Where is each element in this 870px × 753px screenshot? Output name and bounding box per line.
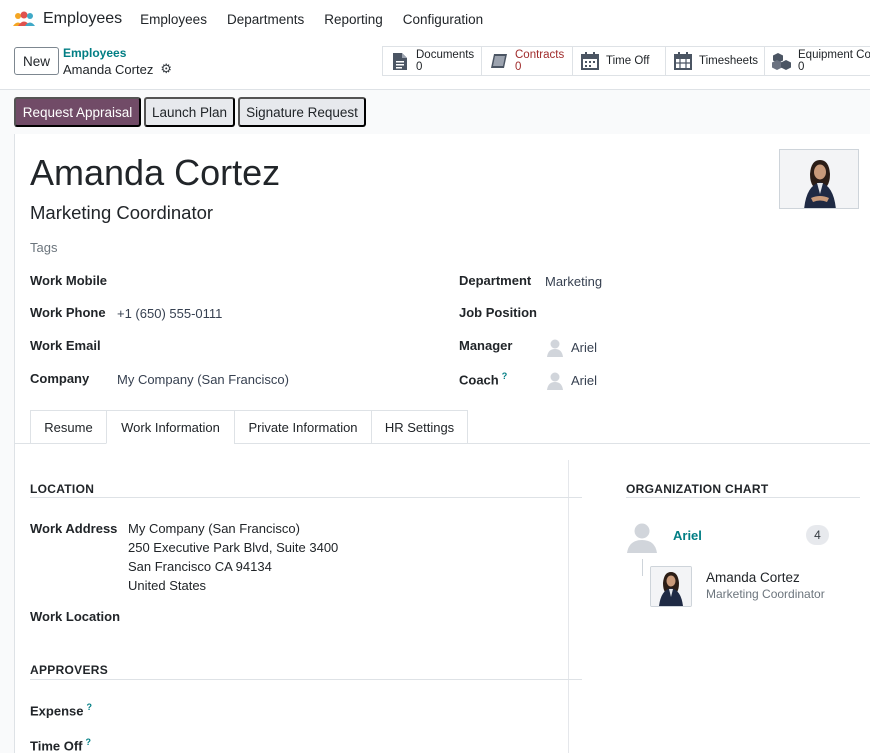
work-address-label: Work Address: [30, 521, 118, 536]
org-manager-name[interactable]: Ariel: [673, 528, 702, 543]
work-mobile-label: Work Mobile: [30, 273, 108, 288]
job-title[interactable]: Marketing Coordinator: [30, 202, 213, 224]
manager-avatar-icon[interactable]: [625, 521, 659, 553]
calendar-grid-icon: [672, 52, 694, 70]
menu-departments[interactable]: Departments: [227, 12, 304, 27]
request-appraisal-button[interactable]: Request Appraisal: [14, 97, 141, 127]
book-icon: [488, 53, 510, 69]
smart-button-time-off[interactable]: Time Off: [572, 46, 666, 76]
timesheets-label: Timesheets: [699, 55, 759, 67]
time-off-approver-label: Time Off?: [30, 737, 91, 753]
breadcrumb-employees[interactable]: Employees: [63, 46, 126, 60]
smart-button-contracts[interactable]: Contracts 0: [481, 46, 573, 76]
help-icon[interactable]: ?: [502, 371, 508, 381]
company-value[interactable]: My Company (San Francisco): [117, 372, 289, 387]
address-line: United States: [128, 578, 207, 593]
manager-field[interactable]: Ariel: [545, 337, 597, 357]
approvers-divider: [30, 679, 582, 680]
manager-label: Manager: [459, 338, 513, 353]
org-chart-heading: ORGANIZATION CHART: [626, 482, 769, 496]
company-label: Company: [30, 371, 90, 386]
new-button[interactable]: New: [14, 47, 59, 75]
document-icon: [389, 52, 411, 71]
address-line: My Company (San Francisco): [128, 521, 300, 536]
contracts-label: Contracts: [515, 49, 565, 61]
form-sheet: Amanda Cortez Marketing Coordinator Tags…: [14, 134, 870, 753]
work-phone-value[interactable]: +1 (650) 555-0111: [117, 306, 222, 321]
employee-avatar[interactable]: [650, 566, 692, 607]
approvers-heading: APPROVERS: [30, 663, 109, 677]
menu-configuration[interactable]: Configuration: [403, 12, 483, 27]
signature-request-button[interactable]: Signature Request: [238, 97, 366, 127]
app-brand[interactable]: Employees: [12, 10, 122, 28]
department-label: Department: [459, 273, 532, 288]
employee-photo[interactable]: [779, 149, 859, 209]
location-heading: LOCATION: [30, 482, 95, 496]
equipment-count: 0: [798, 61, 805, 73]
coach-value: Ariel: [571, 372, 598, 388]
work-address-value[interactable]: My Company (San Francisco) 250 Executive…: [128, 519, 338, 595]
coach-field[interactable]: Ariel: [545, 370, 597, 390]
column-divider: [568, 460, 569, 753]
breadcrumb-current: Amanda Cortez ⚙: [63, 61, 172, 77]
coach-label: Coach?: [459, 371, 508, 388]
launch-plan-button[interactable]: Launch Plan: [144, 97, 235, 127]
documents-count: 0: [416, 61, 423, 73]
job-position-label: Job Position: [459, 305, 537, 320]
smart-button-documents[interactable]: Documents 0: [382, 46, 482, 76]
documents-label: Documents: [416, 49, 475, 61]
action-bar: Request Appraisal Launch Plan Signature …: [0, 90, 870, 135]
org-chart-divider: [626, 497, 860, 498]
tab-private-information[interactable]: Private Information: [234, 410, 371, 444]
calendar-icon: [579, 52, 601, 70]
equipment-label: Equipment Cou: [798, 49, 870, 61]
control-panel: New Employees Amanda Cortez ⚙ Documents 0…: [0, 38, 870, 90]
work-location-label: Work Location: [30, 609, 121, 624]
smart-button-timesheets[interactable]: Timesheets: [665, 46, 765, 76]
org-employee-name: Amanda Cortez: [706, 570, 800, 585]
location-divider: [30, 497, 582, 498]
work-email-label: Work Email: [30, 338, 101, 353]
menu-employees[interactable]: Employees: [140, 12, 207, 27]
cubes-icon: [771, 52, 793, 70]
org-employee-title: Marketing Coordinator: [706, 587, 825, 601]
tab-work-information[interactable]: Work Information: [106, 410, 234, 444]
top-navbar: Employees Employees Departments Reportin…: [0, 0, 870, 38]
address-line: San Francisco CA 94134: [128, 559, 272, 574]
subordinate-count-badge[interactable]: 4: [806, 525, 829, 545]
tab-hr-settings[interactable]: HR Settings: [371, 410, 468, 444]
tab-resume[interactable]: Resume: [30, 410, 106, 444]
tags-field[interactable]: Tags: [30, 240, 57, 255]
work-phone-label: Work Phone: [30, 305, 106, 320]
contracts-count: 0: [515, 61, 522, 73]
org-connector: [642, 559, 643, 576]
employees-app-icon: [13, 11, 35, 26]
notebook-tabs: Resume Work Information Private Informat…: [30, 410, 468, 444]
avatar-placeholder-icon: [547, 339, 563, 357]
menu-reporting[interactable]: Reporting: [324, 12, 383, 27]
avatar-placeholder-icon: [547, 372, 563, 390]
manager-value: Ariel: [571, 339, 598, 355]
time-off-label: Time Off: [606, 55, 650, 67]
expense-label: Expense?: [30, 702, 92, 719]
employee-name[interactable]: Amanda Cortez: [30, 152, 280, 194]
smart-button-equipment[interactable]: Equipment Cou 0: [764, 46, 870, 76]
app-name: Employees: [43, 10, 123, 27]
department-value[interactable]: Marketing: [545, 274, 602, 289]
address-line: 250 Executive Park Blvd, Suite 3400: [128, 540, 339, 555]
record-name: Amanda Cortez: [63, 61, 154, 77]
gear-icon[interactable]: ⚙: [160, 61, 172, 77]
help-icon[interactable]: ?: [86, 737, 92, 747]
help-icon[interactable]: ?: [86, 702, 92, 712]
